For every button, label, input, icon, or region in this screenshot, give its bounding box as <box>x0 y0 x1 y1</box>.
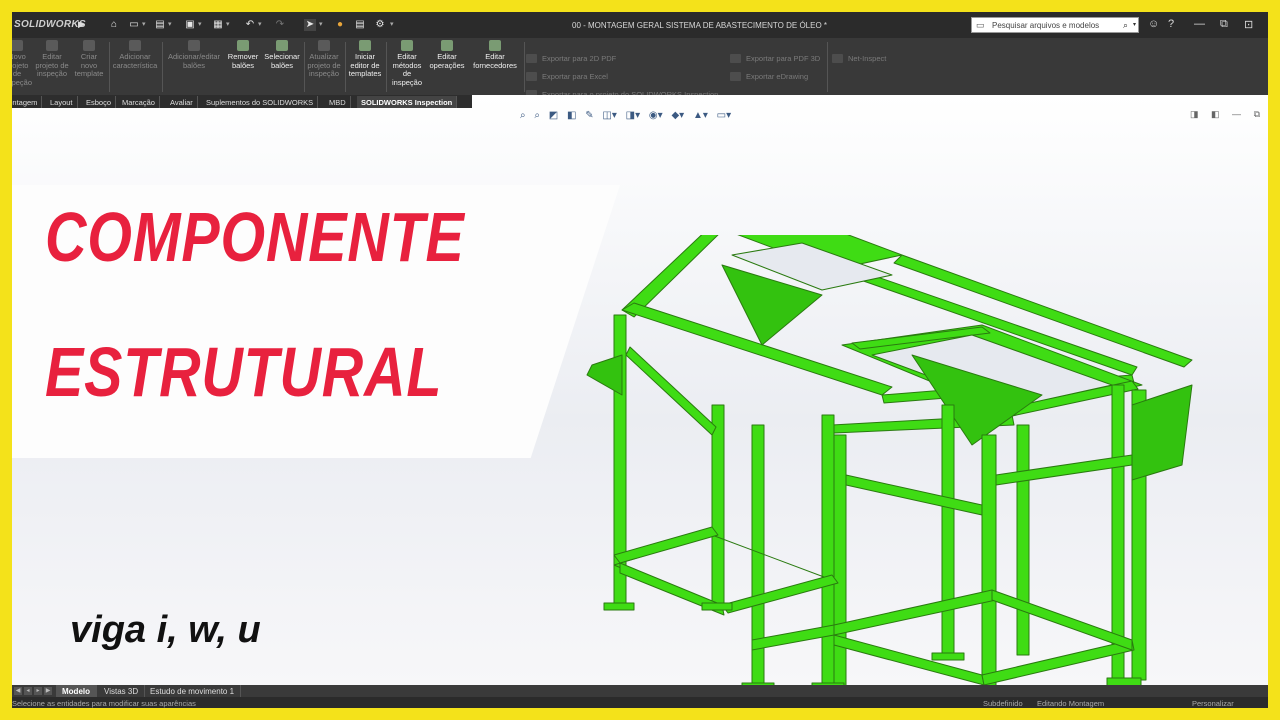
edit-operations-button[interactable]: Editar operações <box>428 40 466 70</box>
overlay-title-line1: COMPONENTE <box>45 198 465 276</box>
tab-esboco[interactable]: Esboço <box>82 96 117 108</box>
minimize-icon[interactable]: — <box>1194 18 1205 30</box>
last-tab-icon[interactable]: ▶ <box>44 687 52 695</box>
traffic-light-icon[interactable]: ● <box>334 19 346 31</box>
chevron-down-icon[interactable]: ▾ <box>1133 21 1136 28</box>
remove-balloons-button[interactable]: Remover balões <box>226 40 260 70</box>
search-input[interactable]: ▭ Pesquisar arquivos e modelos ⌕ ▾ <box>971 17 1139 33</box>
edit-inspection-methods-button[interactable]: Editar métodos de inspeção <box>388 40 426 87</box>
viewport-controls: ◨ ◧ — ⧉ <box>1180 109 1260 120</box>
print-icon[interactable]: ▦ <box>212 19 224 31</box>
export-2d-pdf-button[interactable]: Exportar para 2D PDF <box>526 54 616 63</box>
select-balloons-button[interactable]: Selecionar balões <box>262 40 302 70</box>
frame-beams <box>586 235 1193 685</box>
open-icon[interactable]: ▤ <box>154 19 166 31</box>
expand-panel-icon[interactable]: ◨ <box>1190 109 1199 119</box>
add-edit-balloons-button[interactable]: Adicionar/editar balões <box>164 40 224 70</box>
update-inspection-project-button[interactable]: Atualizar projeto de inspeção <box>306 40 342 79</box>
chevron-down-icon[interactable]: ▾ <box>198 20 202 28</box>
search-icon[interactable]: ⌕ <box>1123 20 1128 31</box>
zoom-to-fit-icon[interactable]: ⌕ <box>520 110 526 121</box>
viewport-restore-icon[interactable]: ⧉ <box>1254 109 1260 119</box>
next-tab-icon[interactable]: ▸ <box>34 687 42 695</box>
new-inspection-project-button[interactable]: Novo projeto de inspeção <box>12 40 32 87</box>
edit-inspection-project-button[interactable]: Editar projeto de inspeção <box>34 40 70 79</box>
document-title: 00 - MONTAGEM GERAL SISTEMA DE ABASTECIM… <box>572 21 828 30</box>
zoom-area-icon[interactable]: ⌕ <box>534 110 540 121</box>
tab-avaliar[interactable]: Avaliar <box>166 96 198 108</box>
start-template-editor-button[interactable]: Iniciar editor de templates <box>347 40 383 79</box>
collapse-panel-icon[interactable]: ◧ <box>1211 109 1220 119</box>
tab-suplementos[interactable]: Suplementos do SOLIDWORKS <box>202 96 319 108</box>
add-characteristic-button[interactable]: Adicionar característica <box>112 40 158 70</box>
file-properties-icon[interactable]: ▤ <box>354 19 366 31</box>
user-icon[interactable]: ☺ <box>1148 18 1159 30</box>
restore-icon[interactable]: ⧉ <box>1220 18 1228 31</box>
chevron-down-icon[interactable]: ▾ <box>258 20 262 28</box>
export-3d-pdf-button[interactable]: Exportar para PDF 3D <box>730 54 820 63</box>
chevron-down-icon[interactable]: ▾ <box>226 20 230 28</box>
status-mode: Editando Montagem <box>1037 699 1105 708</box>
tab-marcacao[interactable]: Marcação <box>118 96 160 108</box>
first-tab-icon[interactable]: ◀ <box>14 687 22 695</box>
close-icon[interactable]: ⊡ <box>1244 18 1253 31</box>
heads-up-view-toolbar: ⌕ ⌕ ◩ ◧ ✎ ◫▾ ◨▾ ◉▾ ◆▾ ▲▾ ▭▾ <box>520 110 737 122</box>
apply-scene-icon[interactable]: ▲▾ <box>693 110 708 121</box>
dynamic-annotation-icon[interactable]: ✎ <box>585 110 593 121</box>
new-file-icon[interactable]: ▭ <box>128 19 140 31</box>
prev-tab-icon[interactable]: ◂ <box>24 687 32 695</box>
chevron-down-icon[interactable]: ▾ <box>390 20 394 28</box>
help-icon[interactable]: ? <box>1168 18 1174 30</box>
export-excel-button[interactable]: Exportar para Excel <box>526 72 608 81</box>
gear-icon[interactable]: ⚙ <box>374 19 386 31</box>
create-template-button[interactable]: Criar novo template <box>72 40 106 79</box>
hide-show-icon[interactable]: ◉▾ <box>649 110 663 121</box>
tab-layout[interactable]: Layout <box>46 96 78 108</box>
menu-expand-icon[interactable]: ▶ <box>78 19 85 30</box>
folder-search-icon: ▭ <box>976 20 985 30</box>
undo-icon[interactable]: ↶ <box>244 19 256 31</box>
command-manager-tabs: Montagem Layout Esboço Marcação Avaliar … <box>12 95 472 108</box>
tab-modelo[interactable]: Modelo <box>56 685 97 697</box>
select-arrow-icon[interactable]: ➤ <box>304 19 316 31</box>
customize-button[interactable]: Personalizar <box>1192 699 1234 708</box>
export-edrawing-button[interactable]: Exportar eDrawing <box>730 72 808 81</box>
save-icon[interactable]: ▣ <box>184 19 196 31</box>
tab-vistas-3d[interactable]: Vistas 3D <box>98 685 146 697</box>
tab-montagem[interactable]: Montagem <box>12 96 43 108</box>
tab-solidworks-inspection[interactable]: SOLIDWORKS Inspection <box>357 96 458 108</box>
structural-frame-model[interactable] <box>572 235 1212 685</box>
model-tabs-bar: ◀ ◂ ▸ ▶ Modelo Vistas 3D Estudo de movim… <box>12 685 1268 697</box>
tab-mbd[interactable]: MBD <box>325 96 351 108</box>
command-manager-ribbon: Novo projeto de inspeção Editar projeto … <box>12 38 1268 99</box>
home-icon[interactable]: ⌂ <box>108 19 120 31</box>
status-definition: Subdefinido <box>983 699 1023 708</box>
status-hint: Selecione as entidades para modificar su… <box>12 699 196 708</box>
edit-suppliers-button[interactable]: Editar fornecedores <box>468 40 522 70</box>
edit-appearance-icon[interactable]: ◆▾ <box>671 110 684 121</box>
redo-icon[interactable]: ↷ <box>274 19 286 31</box>
overlay-subtitle: viga i, w, u <box>70 609 261 651</box>
overlay-title-line2: ESTRUTURAL <box>45 333 443 411</box>
chevron-down-icon[interactable]: ▾ <box>142 20 146 28</box>
tab-estudo-movimento[interactable]: Estudo de movimento 1 <box>144 685 242 697</box>
status-bar: Selecione as entidades para modificar su… <box>12 697 1268 708</box>
solidworks-window: SOLIDWORKS ▶ ⌂ ▭ ▾ ▤ ▾ ▣ ▾ ▦ ▾ ↶ ▾ ↷ ➤ ▾… <box>12 12 1268 708</box>
view-orientation-icon[interactable]: ◫▾ <box>602 110 616 121</box>
net-inspect-button[interactable]: Net-Inspect <box>832 54 886 63</box>
display-style-icon[interactable]: ◨▾ <box>626 110 640 121</box>
chevron-down-icon[interactable]: ▾ <box>319 20 323 28</box>
title-bar: SOLIDWORKS ▶ ⌂ ▭ ▾ ▤ ▾ ▣ ▾ ▦ ▾ ↶ ▾ ↷ ➤ ▾… <box>12 12 1268 38</box>
viewport-minimize-icon[interactable]: — <box>1232 109 1241 119</box>
app-logo: SOLIDWORKS <box>14 19 86 30</box>
chevron-down-icon[interactable]: ▾ <box>168 20 172 28</box>
previous-view-icon[interactable]: ◩ <box>549 110 558 121</box>
view-settings-icon[interactable]: ▭▾ <box>717 110 731 121</box>
section-view-icon[interactable]: ◧ <box>567 110 576 121</box>
search-placeholder: Pesquisar arquivos e modelos <box>992 21 1100 30</box>
